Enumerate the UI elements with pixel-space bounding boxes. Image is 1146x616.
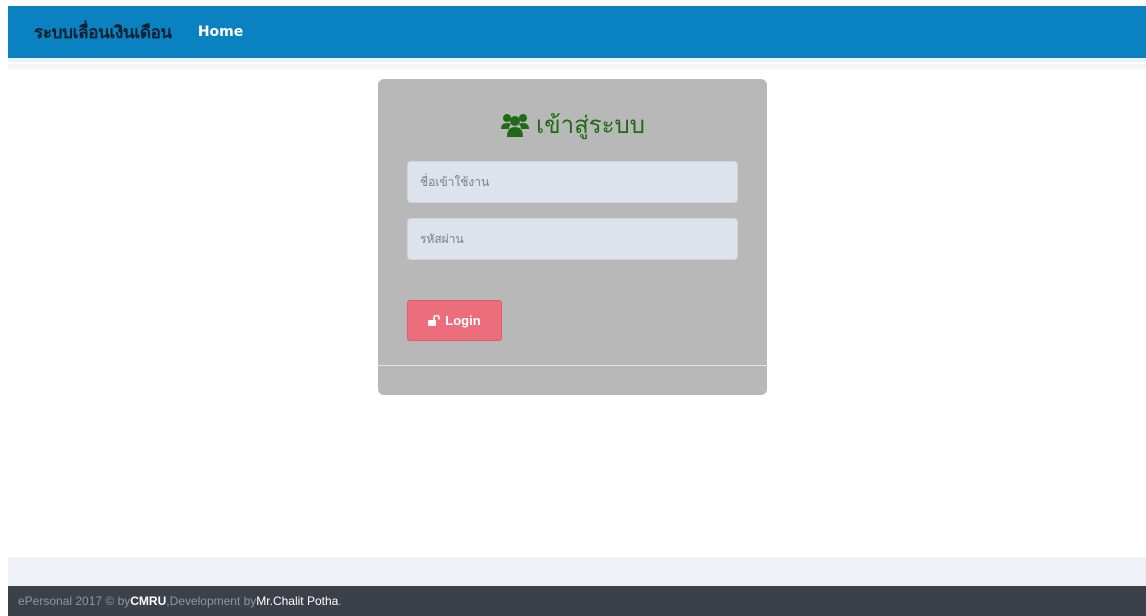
footer-author: Mr.Chalit Potha <box>256 594 339 608</box>
footer-org: CMRU <box>130 594 167 608</box>
login-card: เข้าสู่ระบบ Login <box>378 79 767 395</box>
password-input[interactable] <box>407 218 738 260</box>
login-title-text: เข้าสู่ระบบ <box>536 111 645 139</box>
navbar: ระบบเลื่อนเงินเดือน Home <box>8 6 1146 58</box>
navbar-brand[interactable]: ระบบเลื่อนเงินเดือน <box>34 19 172 46</box>
footer-prefix: ePersonal 2017 © by <box>18 594 131 608</box>
card-divider <box>378 365 767 366</box>
login-title: เข้าสู่ระบบ <box>378 107 767 142</box>
nav-link-home[interactable]: Home <box>198 24 243 40</box>
footer: ePersonal 2017 © by CMRU ,Development by… <box>8 586 1146 616</box>
footer-suffix: . <box>338 594 342 608</box>
unlock-icon <box>428 315 441 326</box>
login-button-label: Login <box>445 313 481 328</box>
navbar-underbar-light <box>8 64 1146 69</box>
username-input[interactable] <box>407 161 738 203</box>
login-button[interactable]: Login <box>407 300 502 341</box>
page: ระบบเลื่อนเงินเดือน Home เข้าสู่ระบบ ชื่… <box>0 0 1146 616</box>
navbar-underbar <box>8 58 1146 62</box>
users-icon <box>500 112 530 138</box>
footer-spacer <box>8 557 1146 586</box>
footer-middle: ,Development by <box>166 594 257 608</box>
